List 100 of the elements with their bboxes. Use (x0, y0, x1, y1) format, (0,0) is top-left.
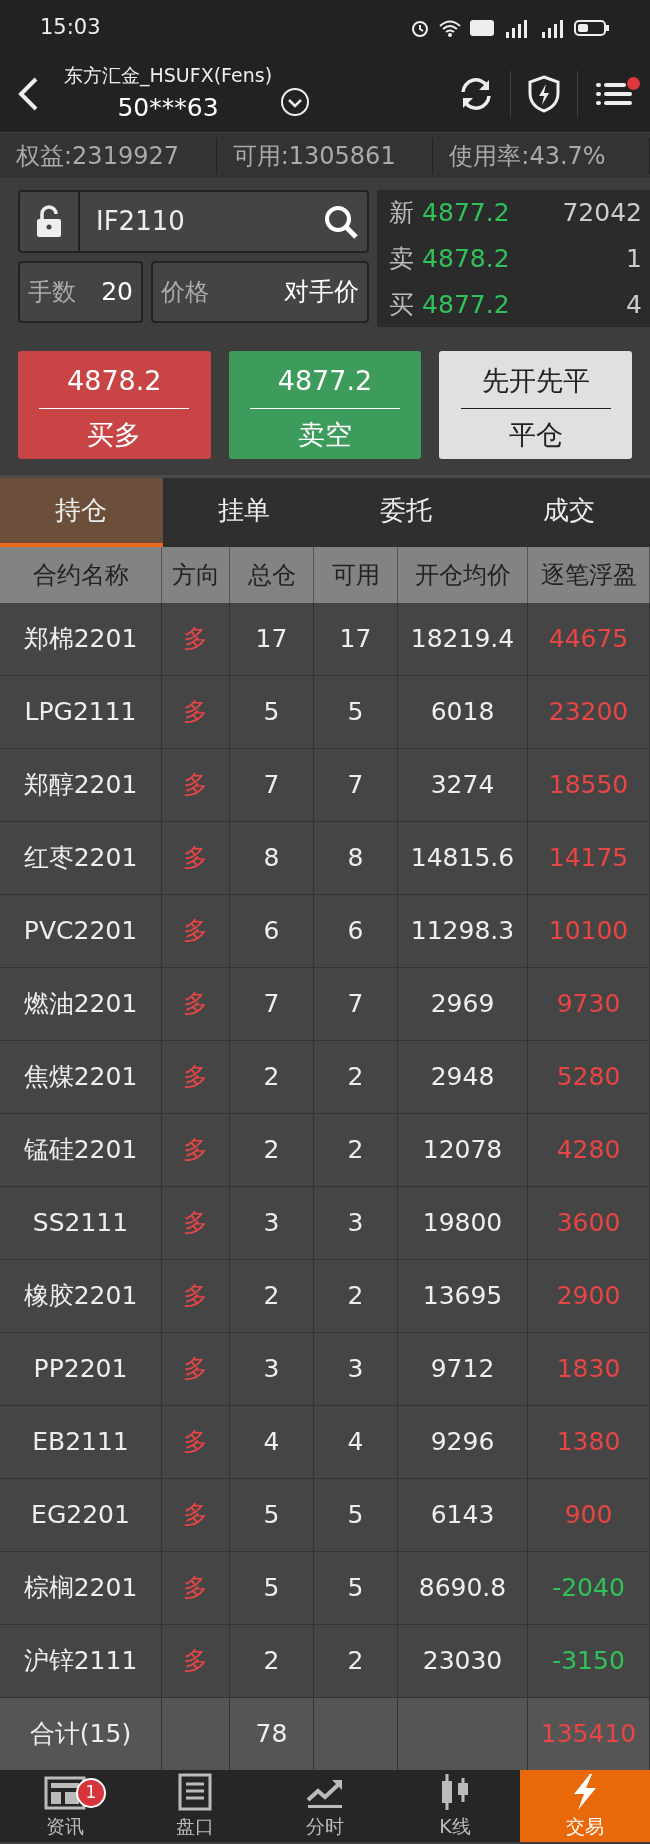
pnl-cell: -2040 (528, 1552, 650, 1625)
close-position-button[interactable]: 先开先平 平仓 (439, 351, 632, 459)
table-cell: 2 (314, 1625, 398, 1698)
table-cell: 3 (230, 1187, 314, 1260)
notification-badge: 1 (76, 1778, 106, 1808)
pnl-cell: 9730 (528, 968, 650, 1041)
pnl-cell: 4280 (528, 1114, 650, 1187)
table-cell: 13695 (398, 1260, 528, 1333)
table-cell: 5 (230, 1479, 314, 1552)
position-tab[interactable]: 持仓 (0, 478, 163, 547)
position-tab[interactable]: 委托 (325, 478, 488, 547)
contract-name: PVC2201 (0, 895, 162, 968)
back-button[interactable] (16, 75, 40, 112)
pnl-cell: 3600 (528, 1187, 650, 1260)
direction-cell: 多 (162, 1625, 230, 1698)
table-cell: 8690.8 (398, 1552, 528, 1625)
total-cell: 78 (230, 1698, 314, 1770)
quote-volume: 72042 (562, 197, 642, 229)
table-cell: 5 (314, 1479, 398, 1552)
table-cell: 8 (314, 822, 398, 895)
table-cell: 5 (314, 676, 398, 749)
pnl-cell: 2900 (528, 1260, 650, 1333)
direction-cell: 多 (162, 822, 230, 895)
search-icon[interactable] (323, 203, 360, 240)
direction-cell: 多 (162, 676, 230, 749)
table-cell: 4 (314, 1406, 398, 1479)
nav-tab[interactable]: 资讯 1 (0, 1770, 130, 1842)
direction-cell: 多 (162, 603, 230, 676)
pnl-cell: 23200 (528, 676, 650, 749)
table-cell: 2 (230, 1625, 314, 1698)
table-cell: 17 (314, 603, 398, 676)
position-tab[interactable]: 挂单 (162, 478, 325, 547)
price-field[interactable]: 价格 对手价 (151, 261, 370, 323)
table-cell: 4 (230, 1406, 314, 1479)
direction-cell: 多 (162, 1406, 230, 1479)
table-cell: 3 (314, 1333, 398, 1406)
direction-cell: 多 (162, 968, 230, 1041)
column-header: 开仓均价 (398, 547, 528, 603)
table-cell: 2 (314, 1041, 398, 1114)
contract-name: 郑棉2201 (0, 603, 162, 676)
direction-cell: 多 (162, 1333, 230, 1406)
contract-name: 锰硅2201 (0, 1114, 162, 1187)
pnl-cell: 44675 (528, 603, 650, 676)
table-cell: 7 (314, 749, 398, 822)
chevron-down-icon (280, 86, 311, 117)
nav-tab[interactable]: 分时 (260, 1770, 390, 1842)
table-cell: 6018 (398, 676, 528, 749)
table-cell: 8 (230, 822, 314, 895)
contract-name: 焦煤2201 (0, 1041, 162, 1114)
nav-tab[interactable]: K线 (390, 1770, 520, 1842)
table-cell: 7 (230, 968, 314, 1041)
quote-label: 买 (389, 288, 415, 321)
table-cell: 9712 (398, 1333, 528, 1406)
account-dropdown[interactable] (280, 86, 311, 117)
table-cell: 5 (230, 1552, 314, 1625)
back-icon (16, 75, 40, 112)
table-cell: 6143 (398, 1479, 528, 1552)
pnl-cell: -3150 (528, 1625, 650, 1698)
table-cell: 14815.6 (398, 822, 528, 895)
table-cell: 7 (230, 749, 314, 822)
table-cell: 2948 (398, 1041, 528, 1114)
pnl-cell: 18550 (528, 749, 650, 822)
table-cell: 5 (314, 1552, 398, 1625)
direction-cell: 多 (162, 1260, 230, 1333)
pnl-cell: 900 (528, 1479, 650, 1552)
quote-label: 新 (389, 197, 415, 229)
pnl-cell: 5280 (528, 1041, 650, 1114)
table-cell: 2 (230, 1260, 314, 1333)
refresh-icon (458, 75, 494, 112)
buy-long-button[interactable]: 4878.2 买多 (18, 351, 211, 459)
symbol-field[interactable]: IF2110 (18, 190, 370, 253)
direction-cell: 多 (162, 1479, 230, 1552)
quote-price: 4877.2 (422, 197, 510, 229)
contract-name: PP2201 (0, 1333, 162, 1406)
quote-label: 卖 (389, 242, 415, 275)
direction-cell: 多 (162, 1114, 230, 1187)
table-cell: 23030 (398, 1625, 528, 1698)
column-header: 可用 (314, 547, 398, 603)
table-cell: 2 (230, 1114, 314, 1187)
table-cell: 2 (314, 1260, 398, 1333)
column-header: 总仓 (230, 547, 314, 603)
table-cell: 18219.4 (398, 603, 528, 676)
direction-cell: 多 (162, 1187, 230, 1260)
account-number: 50***63 (117, 92, 219, 124)
table-cell: 6 (230, 895, 314, 968)
contract-name: 红枣2201 (0, 822, 162, 895)
pnl-cell: 1380 (528, 1406, 650, 1479)
clock-time: 15:03 (40, 13, 101, 41)
pnl-cell: 14175 (528, 822, 650, 895)
table-cell: 9296 (398, 1406, 528, 1479)
table-cell: 12078 (398, 1114, 528, 1187)
quantity-field[interactable]: 手数 20 (18, 261, 143, 323)
unlock-icon (35, 204, 63, 239)
table-cell: 2969 (398, 968, 528, 1041)
column-header: 合约名称 (0, 547, 162, 603)
account-title: 东方汇金_HSUFX(Fens) (64, 62, 273, 89)
pnl-cell: 10100 (528, 895, 650, 968)
position-tab[interactable]: 成交 (487, 478, 650, 547)
shield-bolt-icon (527, 74, 561, 113)
nav-tab[interactable]: 盘口 (130, 1770, 260, 1842)
